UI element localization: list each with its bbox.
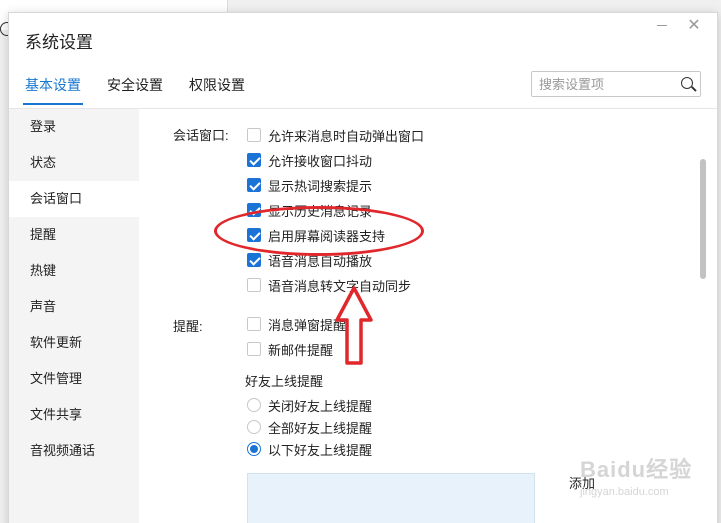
option-hot-word-hint[interactable]: 显示热词搜索提示 [247,176,372,194]
radio-button[interactable] [247,420,261,434]
option-label: 启用屏幕阅读器支持 [268,228,386,244]
option-label: 语音消息转文字自动同步 [268,278,412,294]
sidebar-item-login[interactable]: 登录 [9,109,139,145]
option-label: 全部好友上线提醒 [268,420,373,436]
friend-list-box[interactable] [247,473,535,523]
sidebar-item-hotkeys[interactable]: 热键 [9,253,139,289]
tab-security-settings[interactable]: 安全设置 [107,75,163,101]
option-label: 允许来消息时自动弹出窗口 [268,128,425,144]
sidebar-item-reminder[interactable]: 提醒 [9,217,139,253]
radio-button[interactable] [247,398,261,412]
radio-button-selected[interactable] [247,442,261,456]
scrollbar[interactable] [698,109,708,523]
sidebar-item-sound[interactable]: 声音 [9,289,139,325]
option-label: 以下好友上线提醒 [268,442,373,458]
option-label: 语音消息自动播放 [268,253,373,269]
scrollbar-thumb[interactable] [700,159,706,279]
search-icon[interactable] [681,77,693,89]
radio-friend-all[interactable]: 全部好友上线提醒 [247,418,372,436]
reminder-section-label: 提醒: [173,319,203,334]
tab-basic-settings[interactable]: 基本设置 [23,75,83,105]
sidebar-item-file-management[interactable]: 文件管理 [9,361,139,397]
sidebar: 登录 状态 会话窗口 提醒 热键 声音 软件更新 文件管理 文件共享 音视频通话 [9,109,139,523]
search-box [531,71,701,97]
option-label: 新邮件提醒 [268,342,334,358]
settings-content: 会话窗口: 允许来消息时自动弹出窗口 允许接收窗口抖动 显示热词搜索提示 显示历… [139,109,717,523]
checkbox[interactable] [247,317,261,331]
option-label: 显示历史消息记录 [268,203,373,219]
sidebar-item-file-sharing[interactable]: 文件共享 [9,397,139,433]
minimize-icon[interactable]: － [655,19,669,33]
close-icon[interactable]: ✕ [687,18,701,34]
option-new-mail-reminder[interactable]: 新邮件提醒 [247,340,333,358]
sidebar-item-av-call[interactable]: 音视频通话 [9,433,139,469]
option-label: 显示热词搜索提示 [268,178,373,194]
option-auto-popup[interactable]: 允许来消息时自动弹出窗口 [247,126,424,144]
option-label: 关闭好友上线提醒 [268,398,373,414]
checkbox[interactable] [247,128,261,142]
checkbox-checked[interactable] [247,253,261,267]
option-show-history[interactable]: 显示历史消息记录 [247,201,372,219]
sidebar-item-status[interactable]: 状态 [9,145,139,181]
search-input[interactable] [532,72,672,96]
checkbox[interactable] [247,278,261,292]
settings-tabs: 基本设置 安全设置 权限设置 [23,75,271,105]
option-label: 消息弹窗提醒 [268,317,347,333]
option-popup-reminder[interactable]: 消息弹窗提醒 [247,315,346,333]
option-voice-autoplay[interactable]: 语音消息自动播放 [247,251,372,269]
checkbox-checked[interactable] [247,228,261,242]
session-section-label: 会话窗口: [173,128,229,143]
sidebar-item-software-update[interactable]: 软件更新 [9,325,139,361]
checkbox-checked[interactable] [247,153,261,167]
dialog-title: 系统设置 [25,33,93,52]
tab-permission-settings[interactable]: 权限设置 [189,75,245,101]
radio-friend-selected[interactable]: 以下好友上线提醒 [247,440,372,458]
radio-friend-off[interactable]: 关闭好友上线提醒 [247,396,372,414]
checkbox-checked[interactable] [247,178,261,192]
option-screen-reader[interactable]: 启用屏幕阅读器支持 [247,226,385,244]
checkbox-checked[interactable] [247,203,261,217]
settings-dialog: 系统设置 － ✕ 基本设置 安全设置 权限设置 登录 状态 会话窗口 提醒 热键… [8,12,718,523]
checkbox[interactable] [247,342,261,356]
option-label: 允许接收窗口抖动 [268,153,373,169]
friend-online-label: 好友上线提醒 [245,374,324,389]
sidebar-item-session-window[interactable]: 会话窗口 [9,181,139,217]
option-voice-to-text[interactable]: 语音消息转文字自动同步 [247,276,411,294]
option-window-shake[interactable]: 允许接收窗口抖动 [247,151,372,169]
add-friend-button[interactable]: 添加 [569,473,595,492]
